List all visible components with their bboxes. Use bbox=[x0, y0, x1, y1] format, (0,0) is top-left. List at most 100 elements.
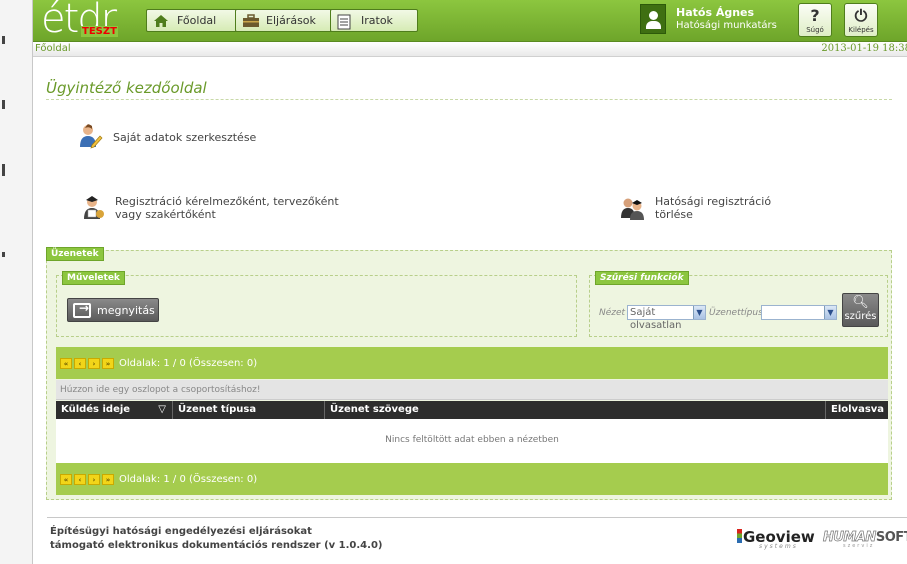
page-title: Ügyintéző kezdőoldal bbox=[46, 79, 207, 97]
last-page-button[interactable]: » bbox=[102, 357, 114, 369]
column-header-sent-time[interactable]: Küldés ideje ▽ bbox=[56, 401, 173, 419]
prev-page-button[interactable]: ‹ bbox=[74, 473, 86, 485]
home-icon bbox=[153, 14, 169, 28]
registration-link[interactable]: Regisztráció kérelmezőként, tervezőként … bbox=[79, 195, 339, 221]
messages-panel: Üzenetek Műveletek megnyitás Szűrési fun… bbox=[46, 247, 892, 500]
edit-own-data-label: Saját adatok szerkesztése bbox=[113, 131, 257, 144]
nav-home-label: Főoldal bbox=[177, 14, 217, 27]
footer-description: Építésügyi hatósági engedélyezési eljárá… bbox=[50, 525, 382, 553]
last-page-button[interactable]: » bbox=[102, 473, 114, 485]
logout-button[interactable]: ⏻ Kilépés bbox=[844, 3, 878, 37]
nav-procedures-button[interactable]: Eljárások bbox=[235, 9, 333, 32]
left-margin-strip bbox=[0, 0, 33, 564]
power-icon: ⏻ bbox=[854, 6, 868, 25]
empty-message: Nincs feltöltött adat ebben a nézetben bbox=[385, 435, 559, 445]
geoview-mark-icon bbox=[737, 529, 742, 543]
humansoft-logo-sub: szerviz bbox=[843, 543, 875, 549]
column-header-read[interactable]: Elolvasva bbox=[826, 401, 888, 419]
search-icon: 🔍︎ bbox=[852, 295, 869, 310]
first-page-button[interactable]: « bbox=[60, 357, 72, 369]
question-icon: ? bbox=[810, 6, 820, 25]
nav-procedures-label: Eljárások bbox=[266, 14, 316, 27]
filter-button[interactable]: 🔍︎ szűrés bbox=[842, 293, 879, 327]
column-header-message-type[interactable]: Üzenet típusa bbox=[173, 401, 325, 419]
filter-legend: Szűrési funkciók bbox=[595, 271, 689, 285]
registration-label-line1: Regisztráció kérelmezőként, tervezőként bbox=[115, 195, 339, 208]
registration-icon bbox=[79, 195, 105, 221]
remove-registration-icon bbox=[619, 195, 645, 221]
remove-registration-link[interactable]: Hatósági regisztráció törlése bbox=[619, 195, 771, 221]
help-label: Súgó bbox=[806, 26, 824, 34]
user-name: Hatós Ágnes bbox=[676, 6, 755, 19]
column-label: Üzenet szövege bbox=[330, 404, 419, 415]
prev-page-button[interactable]: ‹ bbox=[74, 357, 86, 369]
app-logo[interactable]: étdr TESZT bbox=[41, 0, 133, 42]
breadcrumb[interactable]: Főoldal bbox=[35, 43, 71, 54]
messages-legend: Üzenetek bbox=[46, 247, 104, 261]
nav-home-button[interactable]: Főoldal bbox=[146, 9, 238, 32]
operations-group: Műveletek megnyitás bbox=[56, 271, 577, 337]
edit-own-data-link[interactable]: Saját adatok szerkesztése bbox=[77, 123, 256, 149]
view-label: Nézet bbox=[599, 308, 626, 318]
first-page-button[interactable]: « bbox=[60, 473, 72, 485]
grid-header: Küldés ideje ▽ Üzenet típusa Üzenet szöv… bbox=[56, 401, 888, 419]
strip-marker bbox=[2, 164, 5, 176]
chevron-down-icon[interactable]: ▼ bbox=[693, 306, 705, 319]
view-select-value: Saját olvasatlan bbox=[630, 307, 682, 331]
bottom-pager: « ‹ › » Oldalak: 1 / 0 (Összesen: 0) bbox=[56, 463, 888, 495]
geoview-logo: Geoview systems bbox=[737, 528, 815, 550]
user-role: Hatósági munkatárs bbox=[676, 20, 777, 31]
breadcrumb-bar: Főoldal 2013-01-19 18:38 bbox=[33, 42, 907, 57]
open-button-label: megnyitás bbox=[97, 303, 155, 317]
top-navigation-bar: étdr TESZT Főoldal Eljárások Iratok Ható… bbox=[33, 0, 907, 42]
nav-documents-label: Iratok bbox=[361, 14, 393, 27]
pager-status: Oldalak: 1 / 0 (Összesen: 0) bbox=[119, 357, 258, 369]
next-page-button[interactable]: › bbox=[88, 473, 100, 485]
sort-down-icon[interactable]: ▽ bbox=[158, 401, 166, 419]
group-by-drop-area[interactable]: Húzzon ide egy oszlopot a csoportosításh… bbox=[56, 380, 888, 400]
remove-registration-label-line1: Hatósági regisztráció bbox=[655, 195, 772, 208]
remove-registration-label: Hatósági regisztráció törlése bbox=[655, 195, 771, 221]
strip-marker bbox=[2, 252, 5, 257]
strip-marker bbox=[2, 100, 5, 109]
filter-button-label: szűrés bbox=[844, 311, 877, 322]
top-pager: « ‹ › » Oldalak: 1 / 0 (Összesen: 0) bbox=[56, 347, 888, 379]
test-badge: TESZT bbox=[81, 26, 118, 37]
help-button[interactable]: ? Súgó bbox=[798, 3, 832, 37]
open-icon bbox=[73, 301, 91, 318]
remove-registration-label-line2: törlése bbox=[655, 208, 693, 221]
footer-logos: Geoview systems HUMANSOFT szerviz bbox=[737, 528, 907, 550]
filter-group: Szűrési funkciók Nézet Saját olvasatlan … bbox=[589, 271, 888, 337]
column-label: Elolvasva bbox=[831, 404, 885, 415]
column-header-message-text[interactable]: Üzenet szövege bbox=[325, 401, 826, 419]
registration-label-line2: vagy szakértőként bbox=[115, 208, 216, 221]
type-label: Üzenettípus bbox=[709, 308, 763, 318]
main-content: Ügyintéző kezdőoldal Saját adatok szerke… bbox=[33, 57, 907, 564]
humansoft-logo-part2: SOFT bbox=[875, 530, 907, 545]
next-page-button[interactable]: › bbox=[88, 357, 100, 369]
user-edit-icon bbox=[77, 123, 103, 149]
user-avatar-icon bbox=[640, 4, 666, 34]
column-label: Üzenet típusa bbox=[178, 404, 257, 415]
geoview-logo-sub: systems bbox=[759, 543, 798, 550]
user-info[interactable]: Hatós Ágnes Hatósági munkatárs bbox=[640, 4, 810, 36]
column-label: Küldés ideje bbox=[61, 404, 131, 415]
type-select[interactable]: ▼ bbox=[761, 305, 837, 320]
footer-divider bbox=[47, 517, 907, 518]
registration-label: Regisztráció kérelmezőként, tervezőként … bbox=[115, 195, 339, 221]
nav-documents-button[interactable]: Iratok bbox=[330, 9, 418, 32]
title-divider bbox=[46, 99, 892, 100]
document-icon bbox=[337, 14, 353, 29]
humansoft-logo: HUMANSOFT szerviz bbox=[823, 530, 907, 549]
current-datetime: 2013-01-19 18:38 bbox=[821, 43, 907, 54]
pager-status: Oldalak: 1 / 0 (Összesen: 0) bbox=[119, 473, 258, 485]
grid-body: Nincs feltöltött adat ebben a nézetben bbox=[56, 419, 888, 463]
view-select[interactable]: Saját olvasatlan ▼ bbox=[627, 305, 706, 331]
operations-legend: Műveletek bbox=[62, 271, 125, 285]
chevron-down-icon[interactable]: ▼ bbox=[824, 306, 836, 319]
strip-marker bbox=[2, 36, 5, 44]
footer-line2: támogató elektronikus dokumentációs rend… bbox=[50, 540, 383, 551]
open-message-button[interactable]: megnyitás bbox=[67, 298, 159, 322]
logout-label: Kilépés bbox=[848, 26, 874, 34]
briefcase-icon bbox=[242, 13, 259, 28]
